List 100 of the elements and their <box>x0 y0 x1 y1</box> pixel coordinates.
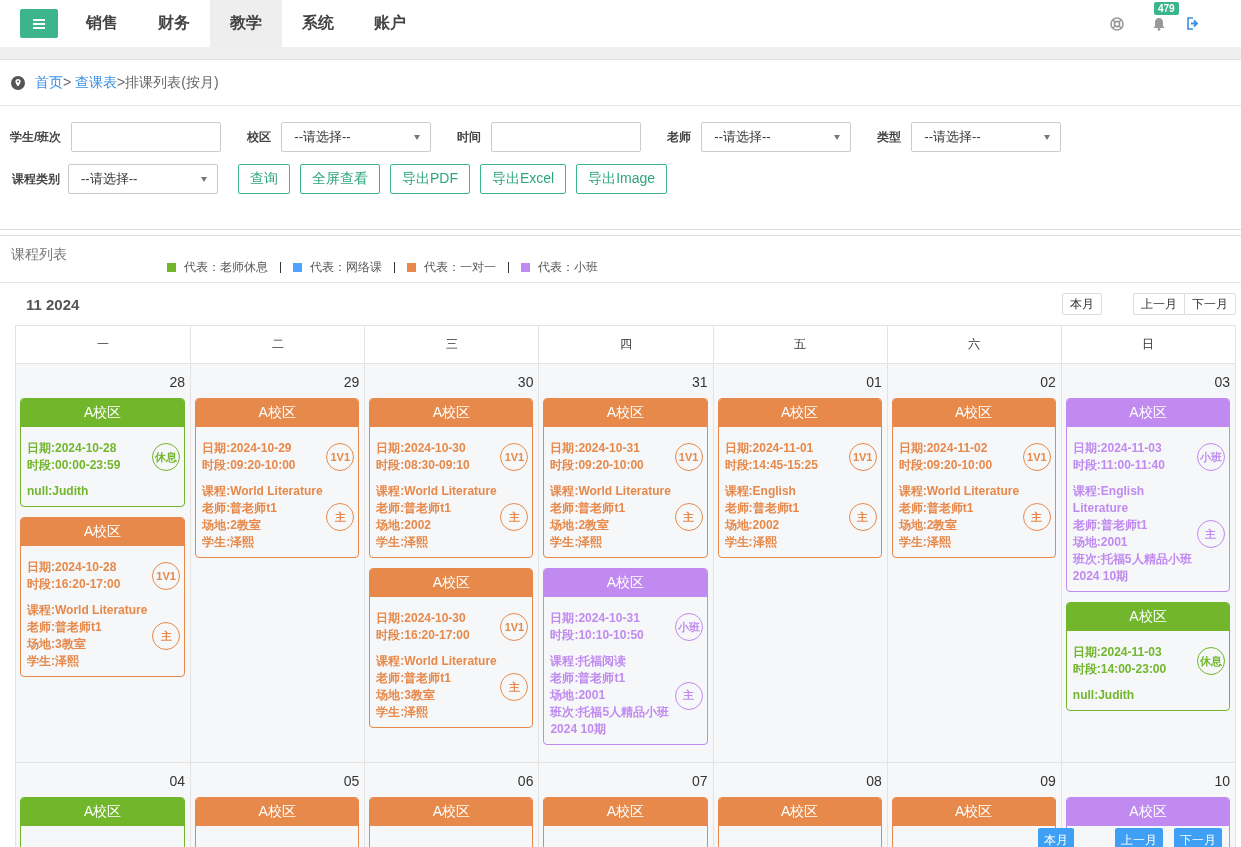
breadcrumb-text: > <box>63 73 73 90</box>
card-header: A校区 <box>370 569 533 597</box>
lesson-date: 日期:2024-10-30 <box>376 440 467 457</box>
lesson-card[interactable]: A校区 日期:2024-11-02 时段:09:20-10:00 1V1 课程:World Literature 老师:普老师t1 场地:2教室 学生:泽熙 主 <box>891 398 1056 558</box>
lesson-card[interactable]: A校区 日期:2024-11-01 时段:14:45-15:25 1V1 课程:English 老师:普老师t1 场地:2002 学生:泽熙 主 <box>717 398 882 558</box>
lesson-card[interactable]: A校区 日期:2024-11-03 时段:14:00-23:00 休息 null:Judith <box>1065 602 1230 711</box>
section-title: 课程列表 <box>11 246 67 264</box>
nav-tab[interactable]: 系统 <box>282 0 354 47</box>
lesson-card[interactable]: A校区 日期:2024-11-03 时段:11:00-11:40 小班 课程:English Literature 老师:普老师t1 场地:2001 班次:托福5人精品小班2024 10期 主 <box>1065 398 1230 592</box>
action-button[interactable]: 导出Image <box>576 164 668 194</box>
lesson-card[interactable]: A校区 日期:2024-10-30 时段:16:20-17:00 1V1 课程:World Literature 老师:普老师t1 场地:3教室 学生:泽熙 主 <box>369 568 534 728</box>
breadcrumb-link[interactable]: 查课表 <box>75 73 118 90</box>
nav-tab[interactable]: 账户 <box>354 0 426 47</box>
lesson-detail: 学生:泽熙 <box>376 534 430 551</box>
day-number: 10 <box>1214 773 1230 789</box>
lesson-card[interactable]: A校区 日期:2024-10-29 时段:09:20-10:00 1V1 课程:World Literature 老师:普老师t1 场地:2教室 学生:泽熙 主 <box>195 398 360 558</box>
lesson-detail: 学生:泽熙 <box>898 534 952 551</box>
lesson-detail: 老师:普老师t1 <box>27 619 103 636</box>
lesson-detail: 学生:泽熙 <box>376 704 430 721</box>
action-button[interactable]: 导出Excel <box>480 164 567 194</box>
lesson-time: 时段:16:20-17:00 <box>376 627 470 644</box>
lesson-date: 日期:2024-10-28 <box>27 559 118 576</box>
day-number: 28 <box>169 374 186 390</box>
lesson-detail: 场地:2002 <box>724 517 781 534</box>
next-month-button[interactable]: 下一月 <box>1185 293 1236 315</box>
lesson-detail: 老师:普老师t1 <box>724 500 800 517</box>
lesson-detail: null:Judith <box>1072 687 1135 704</box>
breadcrumb-link[interactable]: 首页 <box>35 73 63 90</box>
lesson-date: 日期:2024-11-03 <box>1072 440 1163 457</box>
day-number: 01 <box>866 374 882 390</box>
lesson-card[interactable]: A校区 日期:2024-10-31 时段:10:10-10:50 小班 课程:托福阅读 老师:普老师t1 场地:2001 班次:托福5人精品小班2024 10期 主 <box>543 568 708 745</box>
lesson-time: 时段:14:00-23:00 <box>1072 661 1167 678</box>
action-button[interactable]: 导出PDF <box>390 164 470 194</box>
select-field[interactable]: --请选择-- <box>911 122 1062 152</box>
action-button[interactable]: 全屏查看 <box>300 164 380 194</box>
floating-nav-button[interactable]: 上一月 <box>1115 828 1163 847</box>
legend-label: 代表：老师休息 <box>184 258 268 276</box>
lesson-time: 时段:08:30-09:10 <box>376 457 470 474</box>
lesson-time: 时段:10:10-10:50 <box>550 627 644 644</box>
lesson-detail: 班次:托福5人精品小班2024 10期 <box>550 704 671 738</box>
input-field[interactable] <box>491 122 642 152</box>
lesson-card[interactable]: A校区 <box>195 797 360 847</box>
card-header: A校区 <box>370 798 533 826</box>
lesson-detail: 学生:泽熙 <box>202 534 256 551</box>
day-number: 06 <box>517 773 534 789</box>
card-header: A校区 <box>544 399 707 427</box>
filter-label: 时间 <box>457 128 482 146</box>
nav-tab[interactable]: 教学 <box>210 0 282 47</box>
lesson-date: 日期:2024-10-31 <box>550 610 641 627</box>
lesson-card[interactable]: A校区 日期:2024-10-31 时段:09:20-10:00 1V1 课程:World Literature 老师:普老师t1 场地:2教室 学生:泽熙 主 <box>543 398 708 558</box>
day-number: 31 <box>692 374 708 390</box>
menu-button[interactable] <box>20 9 58 38</box>
nav-tab[interactable]: 销售 <box>66 0 138 47</box>
weekday-header: 五 <box>712 326 887 363</box>
lesson-detail: 课程:托福阅读 <box>550 653 628 670</box>
lesson-detail: 课程:World Literature <box>376 483 497 500</box>
card-header: A校区 <box>718 798 881 826</box>
day-number: 09 <box>1040 773 1056 789</box>
lesson-detail: 老师:普老师t1 <box>550 500 627 517</box>
lesson-detail: 场地:2教室 <box>202 517 262 534</box>
select-field[interactable]: --请选择-- <box>701 122 852 152</box>
lesson-date: 日期:2024-11-02 <box>898 440 989 457</box>
lesson-detail: 老师:普老师t1 <box>898 500 975 517</box>
day-number: 02 <box>1040 374 1056 390</box>
lesson-card[interactable]: A校区 日期:2024-10-28 时段:16:20-17:00 1V1 课程:World Literature 老师:普老师t1 场地:3教室 学生:泽熙 主 <box>20 517 186 677</box>
lesson-card[interactable]: A校区 <box>20 797 186 847</box>
weekday-header: 二 <box>190 326 365 363</box>
select-field[interactable]: --请选择-- <box>68 164 218 194</box>
lesson-detail: 老师:普老师t1 <box>550 670 627 687</box>
lesson-card[interactable]: A校区 <box>717 797 882 847</box>
lesson-detail: 场地:2001 <box>550 687 607 704</box>
location-pin-icon <box>11 75 25 90</box>
lesson-detail: 课程:English Literature <box>1072 483 1146 517</box>
day-number: 08 <box>866 773 882 789</box>
lesson-date: 日期:2024-10-29 <box>202 440 293 457</box>
lesson-card[interactable]: A校区 <box>369 797 534 847</box>
weekday-header: 四 <box>538 326 713 363</box>
bell-icon[interactable] <box>1152 16 1166 31</box>
previous-month-button[interactable]: 上一月 <box>1133 293 1185 315</box>
input-field[interactable] <box>71 122 222 152</box>
lesson-card[interactable]: A校区 <box>543 797 708 847</box>
logout-icon[interactable] <box>1186 17 1199 30</box>
lesson-time: 时段:16:20-17:00 <box>27 576 121 593</box>
lesson-card[interactable]: A校区 日期:2024-10-30 时段:08:30-09:10 1V1 课程:World Literature 老师:普老师t1 场地:2002 学生:泽熙 主 <box>369 398 534 558</box>
current-month-button[interactable]: 本月 <box>1062 293 1102 315</box>
action-button[interactable]: 查询 <box>238 164 290 194</box>
floating-nav-button[interactable]: 下一月 <box>1174 828 1222 847</box>
help-icon[interactable] <box>1110 16 1124 31</box>
lesson-detail: 老师:普老师t1 <box>376 670 452 687</box>
lesson-detail: 场地:2002 <box>376 517 432 534</box>
card-header: A校区 <box>1066 399 1229 427</box>
day-number: 05 <box>343 773 360 789</box>
day-number: 03 <box>1214 374 1230 390</box>
lesson-detail: 课程:World Literature <box>202 483 323 500</box>
weekday-header: 一 <box>96 336 111 353</box>
nav-tab[interactable]: 财务 <box>138 0 210 47</box>
select-field[interactable]: --请选择-- <box>281 122 432 152</box>
lesson-time: 时段:14:45-15:25 <box>724 457 818 474</box>
lesson-card[interactable]: A校区 日期:2024-10-28 时段:00:00-23:59 休息 null:Judith <box>20 398 186 507</box>
floating-nav-button[interactable]: 本月 <box>1038 828 1074 847</box>
